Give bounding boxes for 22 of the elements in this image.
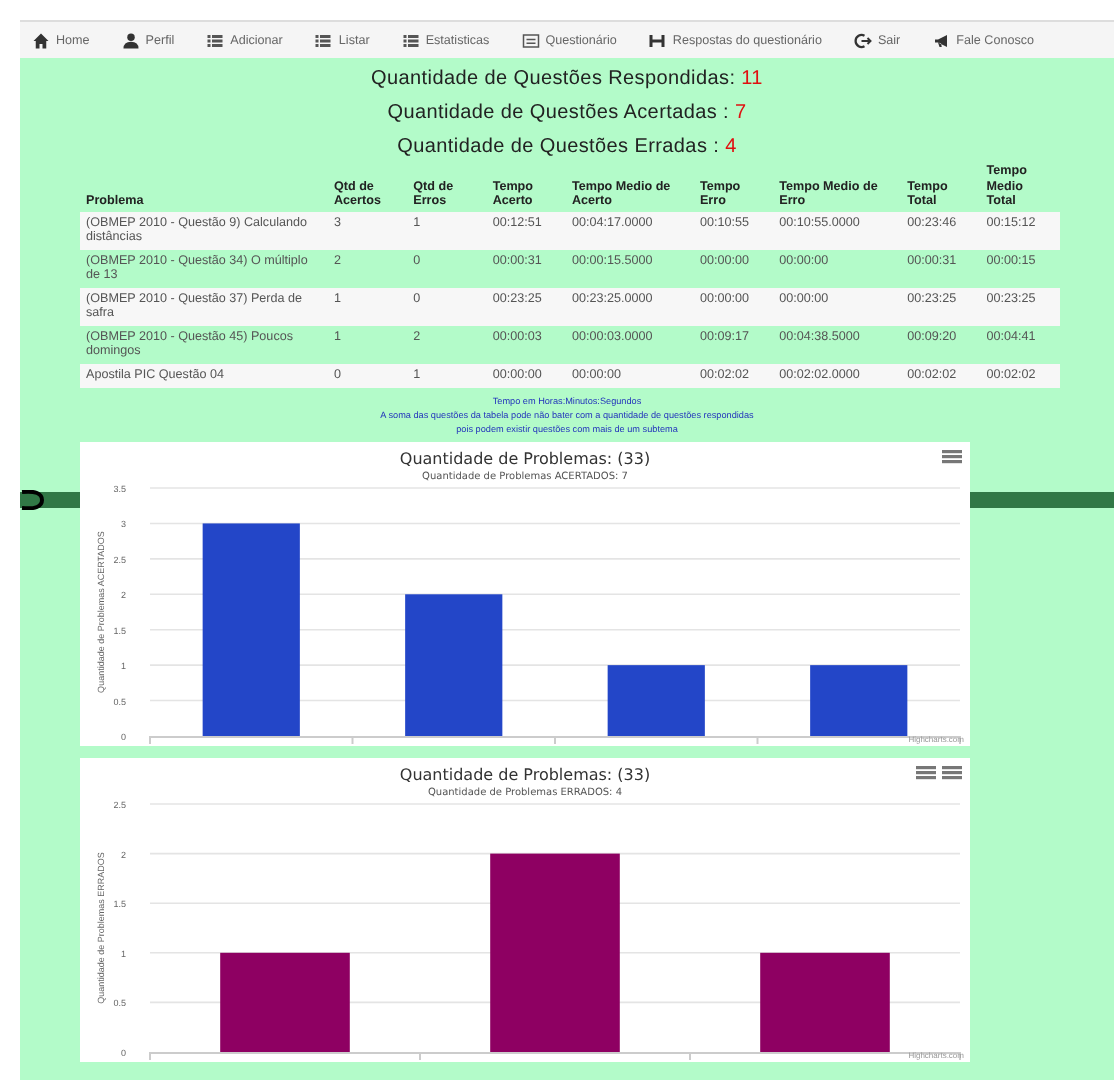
summary-line: Quantidade de Questões Erradas : 4 xyxy=(397,134,737,162)
bar xyxy=(607,664,705,736)
chart-title: Quantidade de Problemas: (33) xyxy=(399,449,651,468)
form-icon xyxy=(521,31,540,49)
summary-line: Quantidade de Questões Acertadas : 7 xyxy=(387,100,747,128)
megaphone-icon xyxy=(932,31,951,49)
summary-line: Quantidade de Questões Respondidas: 11 xyxy=(371,66,763,94)
list-icon xyxy=(206,31,225,49)
bar xyxy=(810,664,908,736)
exit-icon xyxy=(853,31,872,49)
chart-title: Quantidade de Problemas: (33) xyxy=(399,765,651,784)
menu-icon[interactable] xyxy=(916,765,936,779)
list-icon xyxy=(401,31,420,49)
home-icon xyxy=(32,31,50,49)
user-icon xyxy=(121,31,140,49)
menu-icon[interactable] xyxy=(942,449,962,463)
bar xyxy=(405,593,503,736)
menu-icon[interactable] xyxy=(942,765,962,779)
list-icon xyxy=(314,31,333,49)
curve-mark xyxy=(20,490,44,510)
bar xyxy=(760,951,890,1052)
bar xyxy=(220,951,350,1052)
